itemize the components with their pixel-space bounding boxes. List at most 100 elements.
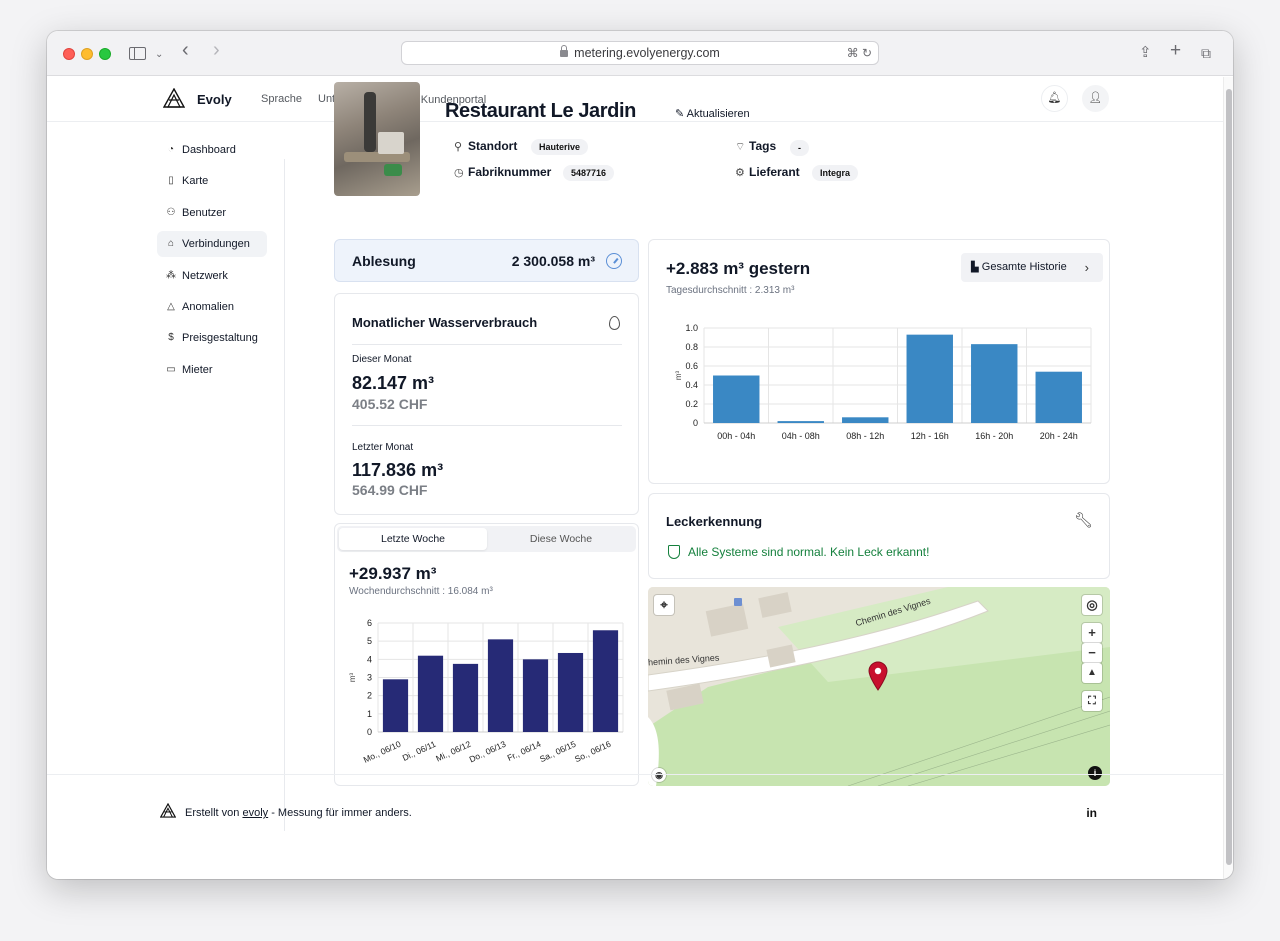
reading-card: Ablesung 2 300.058 m³ <box>334 239 639 282</box>
x-tick-label: 12h - 16h <box>911 431 949 441</box>
users-icon: ⚇ <box>166 206 176 218</box>
location-map[interactable]: Chemin des Vignes hemin des Vignes ⌖ ◎ +… <box>648 587 1110 786</box>
x-tick-label: 08h - 12h <box>846 431 884 441</box>
chart-bar <box>906 334 953 423</box>
sidebar-item-label: Mieter <box>182 363 213 376</box>
chart-bar <box>522 659 549 732</box>
chart-bar <box>971 344 1018 423</box>
tab-overview-icon[interactable]: ⧉ <box>1201 44 1211 62</box>
standort-label: ⚲ Standort <box>454 139 517 153</box>
sidebar-item-label: Benutzer <box>182 206 227 219</box>
leak-title: Leckerkennung <box>666 514 763 529</box>
reading-label: Ablesung <box>352 253 416 269</box>
gear-icon: ⚙ <box>735 167 745 179</box>
gauge-icon: ◔ <box>167 144 175 155</box>
this-month-volume: 82.147 m³ <box>352 373 435 393</box>
full-history-button[interactable]: ▙ Gesamte Historie › <box>961 253 1103 282</box>
fullscreen-icon: ⛶ <box>1088 695 1096 707</box>
sidebar-item-anomalien[interactable]: △ Anomalien <box>157 294 267 320</box>
footer-evoly-link[interactable]: evoly <box>242 807 268 819</box>
geolocate-button[interactable]: ◎ <box>1082 595 1102 615</box>
gauge-small-icon: ◷ <box>454 167 464 179</box>
warning-icon: △ <box>167 300 175 312</box>
chevron-down-icon[interactable]: ⌄ <box>155 46 163 64</box>
notifications-button[interactable]: 🔔︎ <box>1041 85 1068 112</box>
x-tick-label: Mi., 06/12 <box>434 739 472 764</box>
profile-button[interactable]: 👤︎ <box>1082 85 1109 112</box>
chart-bar <box>382 679 409 732</box>
footer-text: Erstellt von evoly - Messung für immer a… <box>185 807 412 819</box>
sidebar-item-benutzer[interactable]: ⚇ Benutzer <box>157 200 267 226</box>
sidebar-item-verbindungen[interactable]: ⌂ Verbindungen <box>157 231 267 258</box>
y-tick-label: 6 <box>367 618 372 628</box>
forward-icon[interactable]: › <box>213 40 220 60</box>
daily-average: Tagesdurchschnitt : 2.313 m³ <box>666 285 795 296</box>
zoom-window-button[interactable] <box>99 48 111 60</box>
tab-last-week[interactable]: Letzte Woche <box>339 528 487 550</box>
sidebar-item-label: Karte <box>182 175 209 188</box>
last-month-cost: 564.99 CHF <box>352 482 428 498</box>
sidebar-item-label: Anomalien <box>182 300 234 313</box>
new-tab-icon[interactable]: + <box>1170 41 1181 60</box>
brand-name[interactable]: Evoly <box>197 92 232 107</box>
location-marker-button[interactable]: ⌖ <box>654 595 674 615</box>
zoom-in-button[interactable]: + <box>1082 623 1102 643</box>
y-tick-label: 5 <box>367 636 372 646</box>
y-tick-label: 0.6 <box>685 361 698 371</box>
sidebar-divider <box>284 159 285 831</box>
url-text: metering.evolyenergy.com <box>574 46 720 60</box>
home-icon: ⌂ <box>167 238 175 250</box>
y-tick-label: 4 <box>367 654 372 664</box>
photo-detail <box>384 164 402 176</box>
nav-sprache[interactable]: Sprache <box>261 93 302 105</box>
page-title: Restaurant Le Jardin <box>445 100 636 122</box>
address-bar[interactable]: metering.evolyenergy.com ⌘ ↻ <box>401 41 879 65</box>
chart-bar <box>842 417 889 423</box>
gauge-icon <box>606 253 622 269</box>
sidebar-toggle-icon[interactable] <box>129 47 146 60</box>
compass-button[interactable]: ▲ <box>1082 663 1102 683</box>
sidebar-item-dashboard[interactable]: ◔ Dashboard <box>157 137 267 163</box>
map-pin-outline-icon: ⌖ <box>660 597 668 612</box>
zoom-out-button[interactable]: − <box>1082 643 1102 663</box>
id-card-icon: ▭ <box>166 363 176 375</box>
page-scrollbar[interactable] <box>1223 77 1233 879</box>
weekly-bar-chart: 0 1 2 3 4 5 6 m³ Mo., 06/10Di., 06/11Mi., 06/12D… <box>348 618 624 765</box>
fabriknummer-label: ◷ Fabriknummer <box>454 165 551 179</box>
back-icon[interactable]: ‹ <box>182 40 189 60</box>
sidebar-item-mieter[interactable]: ▭ Mieter <box>157 357 267 383</box>
linkedin-icon[interactable]: in <box>1086 806 1097 820</box>
sidebar-item-karte[interactable]: ▯ Karte <box>157 168 267 194</box>
tags-label-text: Tags <box>749 139 777 153</box>
sidebar-nav: ◔ Dashboard ▯ Karte ⚇ Benutzer ⌂ Verbindunge… <box>157 137 267 388</box>
sidebar-item-netzwerk[interactable]: ⁂ Netzwerk <box>157 263 267 289</box>
chart-bar <box>417 655 444 732</box>
daily-consumption-card: +2.883 m³ gestern Tagesdurchschnitt : 2.… <box>648 239 1110 484</box>
x-tick-label: 16h - 20h <box>975 431 1013 441</box>
close-window-button[interactable] <box>63 48 75 60</box>
share-icon[interactable]: ⇪ <box>1139 44 1152 62</box>
chart-bar <box>713 375 760 423</box>
x-tick-label: 20h - 24h <box>1040 431 1078 441</box>
translate-reload-icons[interactable]: ⌘ ↻ <box>847 42 872 64</box>
y-tick-label: 0.4 <box>685 380 698 390</box>
map-pin-icon[interactable] <box>868 661 888 691</box>
lieferant-label: ⚙ Lieferant <box>735 165 800 179</box>
plus-icon: + <box>1088 625 1096 640</box>
this-month-label: Dieser Monat <box>352 354 412 365</box>
divider <box>352 344 622 345</box>
monthly-consumption-card: Monatlicher Wasserverbrauch Dieser Monat… <box>334 293 639 515</box>
sidebar-item-preisgestaltung[interactable]: $ Preisgestaltung <box>157 325 267 351</box>
scrollbar-thumb[interactable] <box>1226 89 1232 865</box>
tab-this-week[interactable]: Diese Woche <box>487 528 635 550</box>
x-tick-label: Sa., 06/15 <box>538 739 578 765</box>
minimize-window-button[interactable] <box>81 48 93 60</box>
crosshair-icon: ◎ <box>1086 597 1098 612</box>
leak-detection-card: Leckerkennung 🔧︎ Alle Systeme sind norma… <box>648 493 1110 579</box>
evoly-logo-icon[interactable] <box>163 88 185 108</box>
browser-window: ⌄ ‹ › metering.evolyenergy.com ⌘ ↻ ⇪ + ⧉… <box>47 31 1233 879</box>
edit-button[interactable]: ✎ Aktualisieren <box>675 107 750 120</box>
map-icon: ▯ <box>168 175 174 187</box>
fullscreen-button[interactable]: ⛶ <box>1082 691 1102 711</box>
water-drop-icon <box>609 316 620 330</box>
